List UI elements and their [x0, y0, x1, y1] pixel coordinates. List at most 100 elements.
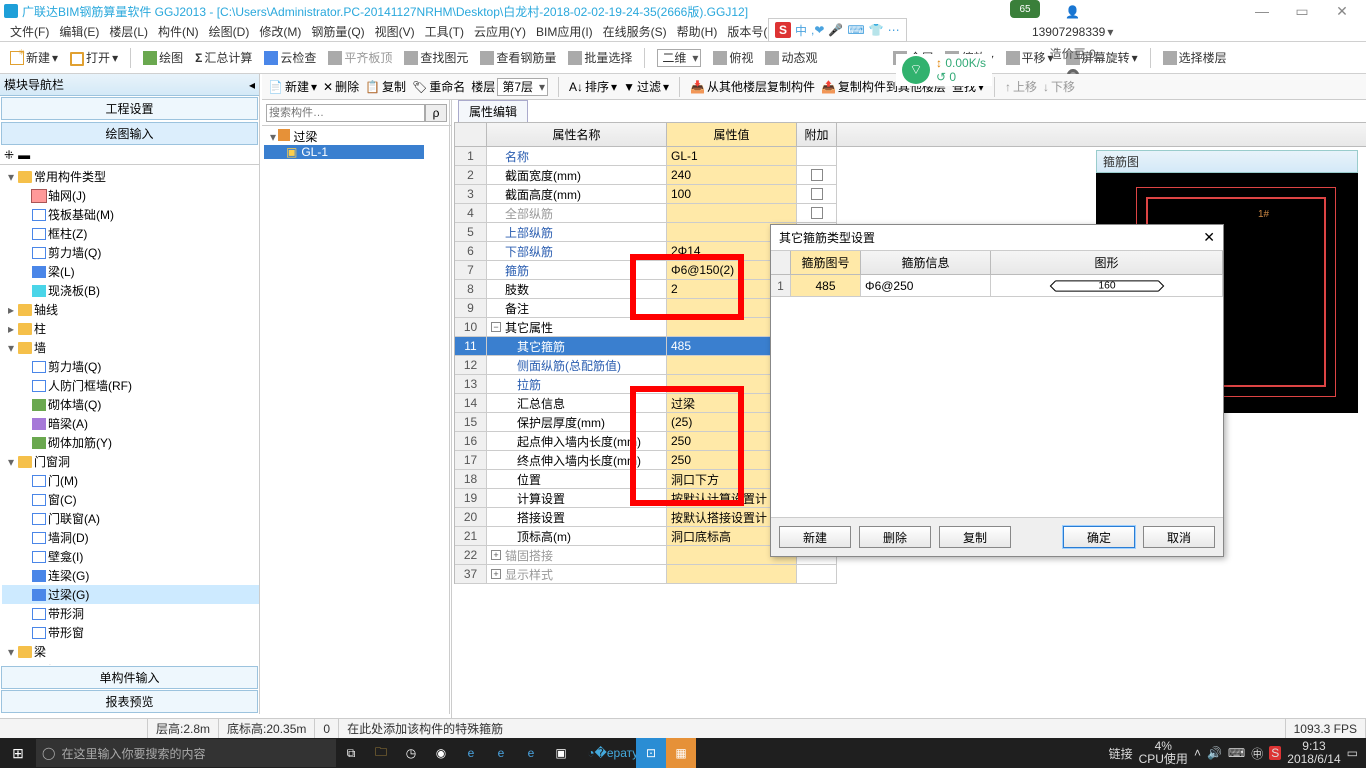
- menu-online[interactable]: 在线服务(S): [599, 23, 671, 40]
- tab-draw[interactable]: 绘图输入: [1, 122, 258, 145]
- tree-item[interactable]: 轴网(J): [2, 186, 259, 205]
- edge2-icon[interactable]: e: [486, 738, 516, 768]
- start-button[interactable]: ⊞: [0, 745, 36, 762]
- tree-item[interactable]: 筏板基础(M): [2, 205, 259, 224]
- menu-modify[interactable]: 修改(M): [255, 23, 305, 40]
- rtb-new[interactable]: 📄 新建 ▾: [268, 78, 317, 95]
- rtb-copy[interactable]: 📋 复制: [365, 78, 406, 95]
- tree-item[interactable]: 壁龛(I): [2, 547, 259, 566]
- tab-single[interactable]: 单构件输入: [1, 666, 258, 689]
- menu-rebar[interactable]: 钢筋量(Q): [307, 23, 368, 40]
- tab-report[interactable]: 报表预览: [1, 690, 258, 713]
- stirrup-dialog[interactable]: 其它箍筋类型设置 ✕ 箍筋图号 箍筋信息 图形 1 485 Φ6@250 160…: [770, 224, 1224, 557]
- tree-item[interactable]: 带形洞: [2, 604, 259, 623]
- search-input[interactable]: [266, 104, 425, 122]
- tree-item[interactable]: ▸轴线: [2, 300, 259, 319]
- tree-item[interactable]: 现浇板(B): [2, 281, 259, 300]
- tree-item[interactable]: 人防门框墙(RF): [2, 376, 259, 395]
- tray-clock[interactable]: 9:132018/6/14: [1287, 740, 1340, 766]
- rtb-floor[interactable]: 楼层 第7层: [471, 78, 548, 96]
- search-button[interactable]: ρ: [425, 104, 447, 122]
- tray-ime-icon[interactable]: ㊥: [1251, 745, 1263, 762]
- tb-fushi[interactable]: 俯视: [709, 47, 757, 68]
- tb-dim[interactable]: 二维: [653, 47, 705, 69]
- tray-bt-icon[interactable]: ⌨: [1228, 746, 1245, 760]
- menu-tool[interactable]: 工具(T): [421, 23, 468, 40]
- tree-item[interactable]: 暗梁(A): [2, 414, 259, 433]
- edge-icon[interactable]: e: [456, 738, 486, 768]
- rtb-sort[interactable]: A↓ 排序 ▾: [569, 78, 617, 95]
- tree-item[interactable]: ▾常用构件类型: [2, 167, 259, 186]
- tab-property[interactable]: 属性编辑: [458, 100, 528, 122]
- tree-item[interactable]: ▾梁: [2, 642, 259, 661]
- menu-view[interactable]: 视图(V): [371, 23, 419, 40]
- dlg-cancel[interactable]: 取消: [1143, 526, 1215, 548]
- app-icon-1[interactable]: ◷: [396, 738, 426, 768]
- store-icon[interactable]: �ературі: [606, 738, 636, 768]
- collapse-icon[interactable]: ◂: [249, 78, 255, 92]
- status-hint[interactable]: 在此处添加该构件的特殊箍筋: [339, 719, 1286, 738]
- dlg-copy[interactable]: 复制: [939, 526, 1011, 548]
- menu-cloud[interactable]: 云应用(Y): [470, 23, 530, 40]
- tray-sogou-icon[interactable]: S: [1269, 746, 1281, 760]
- tree-item[interactable]: ▾墙: [2, 338, 259, 357]
- tree-item[interactable]: 砌体墙(Q): [2, 395, 259, 414]
- menu-member[interactable]: 构件(N): [154, 23, 203, 40]
- tb-viewsteel[interactable]: 查看钢筋量: [476, 47, 560, 68]
- menu-help[interactable]: 帮助(H): [673, 23, 722, 40]
- tree-item[interactable]: 梁(L): [2, 262, 259, 281]
- app-icon-6[interactable]: ▦: [666, 738, 696, 768]
- menu-draw[interactable]: 绘图(D): [205, 23, 254, 40]
- tree-item[interactable]: ▾门窗洞: [2, 452, 259, 471]
- menu-file[interactable]: 文件(F): [6, 23, 53, 40]
- prop-row[interactable]: 37+显示样式: [455, 565, 1366, 584]
- tree-item[interactable]: 墙洞(D): [2, 528, 259, 547]
- task-view-icon[interactable]: ⧉: [336, 738, 366, 768]
- tb-batch[interactable]: 批量选择: [564, 47, 636, 68]
- dialog-close-icon[interactable]: ✕: [1203, 229, 1215, 246]
- tb-open[interactable]: 打开 ▾: [66, 47, 122, 68]
- tray-notif-icon[interactable]: ▭: [1347, 746, 1358, 760]
- tb-find[interactable]: 查找图元: [400, 47, 472, 68]
- dialog-row[interactable]: 1 485 Φ6@250 160: [771, 275, 1223, 297]
- tree-item[interactable]: 砌体加筋(Y): [2, 433, 259, 452]
- tb-draw[interactable]: 绘图: [139, 47, 187, 68]
- rtb-filter[interactable]: ▼ 过滤 ▾: [623, 78, 669, 95]
- app-icon-2[interactable]: ◉: [426, 738, 456, 768]
- menu-bim[interactable]: BIM应用(I): [532, 23, 597, 40]
- tab-proj[interactable]: 工程设置: [1, 97, 258, 120]
- member-tree[interactable]: ▾ 过梁 ▣ GL-1: [262, 126, 451, 718]
- dlg-ok[interactable]: 确定: [1063, 526, 1135, 548]
- ime-toolbar[interactable]: S 中 ,❤ 🎤 ⌨ 👕 ⋯: [768, 18, 907, 42]
- rtb-up[interactable]: ↑ 上移: [1005, 78, 1037, 95]
- tree-item[interactable]: 连梁(G): [2, 566, 259, 585]
- tree-item[interactable]: ▸柱: [2, 319, 259, 338]
- component-tree[interactable]: ▾常用构件类型轴网(J)筏板基础(M)框柱(Z)剪力墙(Q)梁(L)现浇板(B)…: [0, 165, 259, 665]
- taskbar[interactable]: ⊞ ◯ 在这里输入你要搜索的内容 ⧉ 🗀 ◷ ◉ e e e ▣ ◔ �ерат…: [0, 738, 1366, 768]
- member-item-selected[interactable]: ▣ GL-1: [264, 145, 424, 159]
- app-icon-3[interactable]: ▣: [546, 738, 576, 768]
- menu-floor[interactable]: 楼层(L): [105, 23, 152, 40]
- tree-item[interactable]: 框柱(Z): [2, 224, 259, 243]
- tb-new[interactable]: 新建 ▾: [6, 47, 62, 68]
- tray-vol-icon[interactable]: 🔊: [1207, 746, 1222, 760]
- tree-item[interactable]: 剪力墙(Q): [2, 243, 259, 262]
- ime-lang[interactable]: 中: [795, 22, 807, 39]
- tb-sum[interactable]: Σ 汇总计算: [191, 47, 256, 68]
- app-icon-5[interactable]: ⊡: [636, 738, 666, 768]
- tree-item[interactable]: 门(M): [2, 471, 259, 490]
- tb-cloud[interactable]: 云检查: [260, 47, 320, 68]
- tree-item[interactable]: 剪力墙(Q): [2, 357, 259, 376]
- tree-item[interactable]: 过梁(G): [2, 585, 259, 604]
- nav-mini-toolbar[interactable]: ⁜▬: [0, 146, 259, 165]
- tree-item[interactable]: 窗(C): [2, 490, 259, 509]
- rtb-down[interactable]: ↓ 下移: [1043, 78, 1075, 95]
- rtb-copyfrom[interactable]: 📥 从其他楼层复制构件: [690, 78, 815, 95]
- tray-link[interactable]: 链接: [1109, 745, 1133, 762]
- rtb-rename[interactable]: 🏷 重命名: [412, 78, 465, 95]
- ie-icon[interactable]: e: [516, 738, 546, 768]
- tree-item[interactable]: 门联窗(A): [2, 509, 259, 528]
- dlg-del[interactable]: 删除: [859, 526, 931, 548]
- tb-flat[interactable]: 平齐板顶: [324, 47, 396, 68]
- rtb-del[interactable]: ✕ 删除: [323, 78, 359, 95]
